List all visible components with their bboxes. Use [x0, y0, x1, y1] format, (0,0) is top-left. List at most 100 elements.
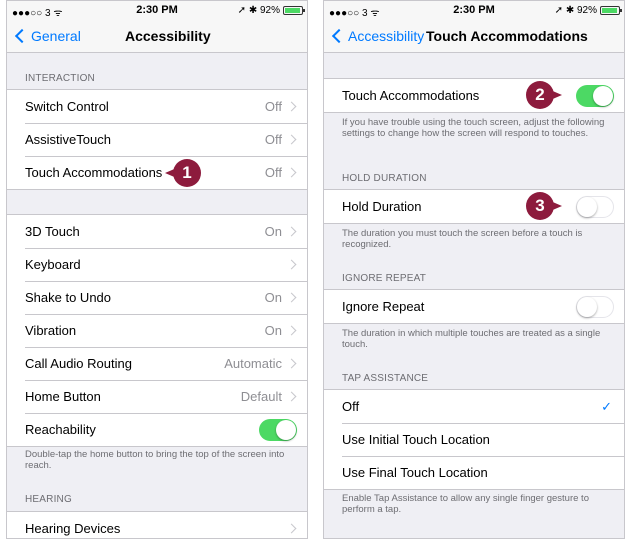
- chevron-right-icon: [286, 523, 297, 534]
- tap-footer: Enable Tap Assistance to allow any singl…: [342, 493, 589, 515]
- hold-footer: The duration you must touch the screen b…: [342, 228, 583, 250]
- interaction-group: Switch Control Off AssistiveTouch Off To…: [7, 89, 307, 190]
- status-bar: ●●●○○ 3 ᯤ 2:30 PM ➚ ✱ 92%: [7, 1, 307, 21]
- status-icons: ➚ ✱ 92%: [554, 5, 597, 16]
- row-reachability: Reachability: [7, 413, 307, 446]
- row-value: Default: [240, 389, 282, 404]
- section-header-ignore-repeat: IGNORE REPEAT: [342, 273, 427, 284]
- callout-arrow: [548, 200, 562, 212]
- callout-1: 1: [165, 159, 201, 187]
- battery-icon: [600, 6, 622, 15]
- toggle-knob: [577, 196, 597, 217]
- callout-3: 3: [526, 192, 562, 220]
- row-tap-off[interactable]: Off ✓: [324, 390, 624, 423]
- row-label: Switch Control: [25, 99, 109, 114]
- status-icons: ➚ ✱ 92%: [237, 5, 280, 16]
- toggle-knob: [593, 85, 613, 106]
- row-hearing-devices[interactable]: Hearing Devices: [7, 512, 307, 538]
- row-call-audio-routing[interactable]: Call Audio Routing Automatic: [7, 347, 307, 380]
- chevron-left-icon: [331, 28, 347, 44]
- chevron-right-icon: [286, 134, 297, 145]
- callout-badge: 1: [173, 159, 201, 187]
- page-title: Touch Accommodations: [426, 28, 588, 44]
- row-label: Touch Accommodations: [25, 165, 163, 180]
- row-touch-accommodations[interactable]: Touch Accommodations Off: [7, 156, 307, 189]
- row-vibration[interactable]: Vibration On: [7, 314, 307, 347]
- back-button[interactable]: Accessibility: [330, 28, 424, 44]
- chevron-left-icon: [14, 28, 30, 44]
- settings-group: 3D Touch On Keyboard Shake to Undo On Vi…: [7, 214, 307, 447]
- row-value: Off: [264, 165, 282, 180]
- row-label: Use Final Touch Location: [342, 465, 488, 480]
- ignore-repeat-group: Ignore Repeat: [324, 289, 624, 324]
- chevron-right-icon: [286, 167, 297, 178]
- row-switch-control[interactable]: Switch Control Off: [7, 90, 307, 123]
- row-value: Automatic: [224, 356, 282, 371]
- chevron-right-icon: [286, 226, 297, 237]
- row-value: On: [264, 224, 282, 239]
- row-use-initial-touch-location[interactable]: Use Initial Touch Location: [324, 423, 624, 456]
- row-value: On: [264, 323, 282, 338]
- row-label: Vibration: [25, 323, 77, 338]
- touch-accommodations-screen: ●●●○○ 3 ᯤ 2:30 PM ➚ ✱ 92% Accessibility …: [323, 0, 625, 539]
- toggle-knob: [577, 296, 597, 317]
- row-home-button[interactable]: Home Button Default: [7, 380, 307, 413]
- back-button[interactable]: General: [13, 28, 81, 44]
- hold-duration-group: Hold Duration: [324, 189, 624, 224]
- row-hold-duration: Hold Duration: [324, 190, 624, 223]
- chevron-right-icon: [286, 292, 297, 303]
- chevron-right-icon: [286, 259, 297, 270]
- row-label: Home Button: [25, 389, 101, 404]
- back-label: General: [31, 28, 81, 44]
- row-label: Use Initial Touch Location: [342, 432, 490, 447]
- row-value: Off: [264, 99, 282, 114]
- row-label: Call Audio Routing: [25, 356, 132, 371]
- hearing-group: Hearing Devices: [7, 511, 307, 538]
- ignore-footer: The duration in which multiple touches a…: [342, 328, 601, 350]
- back-label: Accessibility: [348, 28, 425, 44]
- chevron-right-icon: [286, 391, 297, 402]
- row-label: Ignore Repeat: [342, 299, 425, 314]
- row-keyboard[interactable]: Keyboard: [7, 248, 307, 281]
- row-label: Hearing Devices: [25, 521, 121, 536]
- section-header-tap-assistance: TAP ASSISTANCE: [342, 373, 429, 384]
- toggle-knob: [276, 419, 296, 440]
- ignore-repeat-toggle[interactable]: [576, 295, 614, 318]
- section-header-hold-duration: HOLD DURATION: [342, 173, 427, 184]
- row-value: On: [264, 290, 282, 305]
- row-ignore-repeat: Ignore Repeat: [324, 290, 624, 323]
- status-right: ➚ ✱ 92%: [237, 5, 305, 16]
- section-header-interaction: INTERACTION: [25, 73, 95, 84]
- reachability-toggle[interactable]: [259, 418, 297, 441]
- row-label: Keyboard: [25, 257, 81, 272]
- status-bar: ●●●○○ 3 ᯤ 2:30 PM ➚ ✱ 92%: [324, 1, 624, 21]
- row-3d-touch[interactable]: 3D Touch On: [7, 215, 307, 248]
- chevron-right-icon: [286, 325, 297, 336]
- row-label: 3D Touch: [25, 224, 80, 239]
- callout-arrow: [548, 89, 562, 101]
- row-use-final-touch-location[interactable]: Use Final Touch Location: [324, 456, 624, 489]
- section-header-hearing: HEARING: [25, 494, 72, 505]
- nav-bar: Accessibility Touch Accommodations: [324, 21, 624, 53]
- row-label: Off: [342, 399, 360, 414]
- touch-accommodations-toggle[interactable]: [576, 84, 614, 107]
- nav-bar: General Accessibility: [7, 21, 307, 53]
- row-touch-accommodations: Touch Accommodations: [324, 79, 624, 112]
- chevron-right-icon: [286, 358, 297, 369]
- battery-icon: [283, 6, 305, 15]
- accessibility-screen: ●●●○○ 3 ᯤ 2:30 PM ➚ ✱ 92% General Access…: [6, 0, 308, 539]
- row-shake-to-undo[interactable]: Shake to Undo On: [7, 281, 307, 314]
- row-label: Reachability: [25, 422, 96, 437]
- row-label: Shake to Undo: [25, 290, 112, 305]
- callout-2: 2: [526, 81, 562, 109]
- chevron-right-icon: [286, 101, 297, 112]
- row-value: Off: [264, 132, 282, 147]
- touch-accommodations-group: Touch Accommodations: [324, 78, 624, 113]
- status-right: ➚ ✱ 92%: [554, 5, 622, 16]
- row-assistivetouch[interactable]: AssistiveTouch Off: [7, 123, 307, 156]
- reachability-footer: Double-tap the home button to bring the …: [25, 449, 285, 471]
- tap-assistance-group: Off ✓ Use Initial Touch Location Use Fin…: [324, 389, 624, 490]
- checkmark-icon: ✓: [601, 398, 612, 414]
- touch-footer: If you have trouble using the touch scre…: [342, 117, 605, 139]
- hold-duration-toggle[interactable]: [576, 195, 614, 218]
